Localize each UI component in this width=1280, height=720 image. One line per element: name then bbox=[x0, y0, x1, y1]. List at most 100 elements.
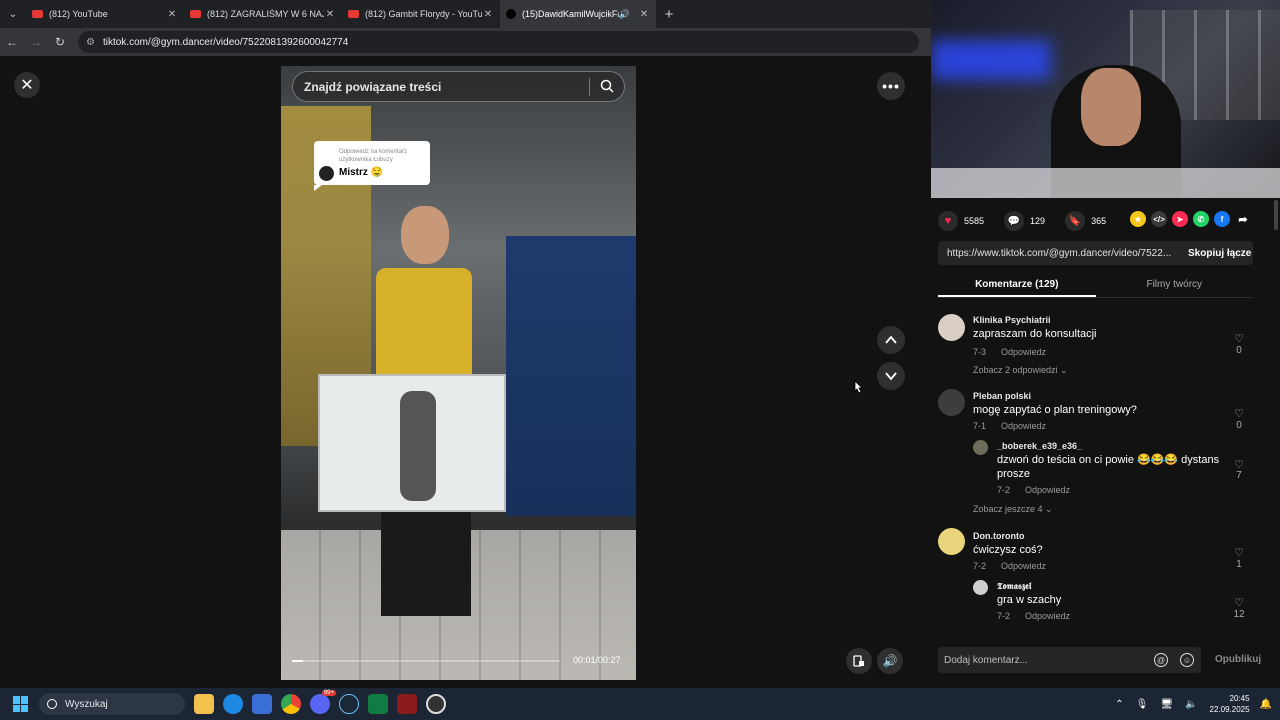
avatar[interactable] bbox=[938, 314, 965, 341]
comment-like-count: 0 bbox=[1236, 345, 1242, 356]
obs-icon[interactable] bbox=[426, 694, 446, 714]
reload-icon[interactable]: ↻ bbox=[48, 35, 72, 49]
more-options-button[interactable]: ••• bbox=[877, 72, 905, 100]
network-icon[interactable]: 🖥 bbox=[1160, 699, 1173, 710]
whatsapp-icon[interactable]: ✆ bbox=[1193, 211, 1209, 227]
comment-like-count: 0 bbox=[1236, 420, 1242, 431]
windows-start-icon[interactable] bbox=[13, 696, 29, 712]
more-icon: ••• bbox=[882, 78, 900, 94]
chrome-icon[interactable] bbox=[281, 694, 301, 714]
heart-outline-icon: ♡ bbox=[1234, 333, 1244, 345]
next-video-button[interactable] bbox=[877, 362, 905, 390]
publish-button[interactable]: Opublikuj bbox=[1215, 654, 1261, 665]
related-search-input[interactable]: Znajdź powiązane treści bbox=[292, 71, 625, 102]
steam-icon[interactable] bbox=[339, 694, 359, 714]
taskbar-search[interactable]: Wyszukaj bbox=[39, 693, 185, 715]
tab-comments[interactable]: Komentarze (129) bbox=[938, 273, 1096, 297]
volume-icon: 🔊 bbox=[882, 654, 898, 668]
reply-button[interactable]: Odpowiedz bbox=[1001, 347, 1046, 357]
close-tab-icon[interactable]: ✕ bbox=[166, 9, 178, 20]
avatar[interactable] bbox=[973, 580, 988, 595]
tab-search-chevron-icon[interactable]: ⌄ bbox=[0, 0, 26, 28]
clock-date: 22.09.2025 bbox=[1209, 705, 1250, 714]
share-repost-icon[interactable]: ★ bbox=[1130, 211, 1146, 227]
reply-button[interactable]: Odpowiedz bbox=[1025, 485, 1070, 495]
close-tab-icon[interactable]: ✕ bbox=[324, 9, 336, 20]
tray-chevron-up-icon[interactable]: ⌃ bbox=[1115, 699, 1123, 710]
close-tab-icon[interactable]: ✕ bbox=[482, 9, 494, 20]
close-video-button[interactable]: ✕ bbox=[14, 72, 40, 98]
new-tab-icon[interactable]: + bbox=[656, 6, 682, 23]
comment-text: dzwoń do teścia on ci powie 😂😂😂 dystans … bbox=[997, 454, 1220, 480]
address-bar[interactable]: ⚙ tiktok.com/@gym.dancer/video/752208139… bbox=[78, 31, 919, 53]
tab-audio-icon[interactable]: 🔊 bbox=[619, 9, 630, 20]
avatar[interactable] bbox=[973, 440, 988, 455]
mouse-cursor-icon bbox=[854, 380, 863, 394]
comment-author[interactable]: Klinika Psychiatrii bbox=[973, 315, 1051, 325]
picture-in-picture-icon bbox=[853, 655, 864, 667]
share-link-url[interactable]: https://www.tiktok.com/@gym.dancer/video… bbox=[947, 248, 1179, 259]
reply-button[interactable]: Odpowiedz bbox=[1001, 421, 1046, 431]
send-icon[interactable]: ➤ bbox=[1172, 211, 1188, 227]
reply-button[interactable]: Odpowiedz bbox=[1001, 561, 1046, 571]
game-app-icon[interactable] bbox=[397, 694, 417, 714]
notification-badge: 99+ bbox=[321, 690, 336, 696]
comment-button[interactable]: 💬 129 bbox=[1004, 211, 1045, 231]
view-more-replies-button[interactable]: Zobacz jeszcze 4 ⌄ bbox=[973, 504, 1053, 515]
emoji-icon[interactable]: ☺ bbox=[1180, 653, 1194, 667]
volume-button[interactable]: 🔊 bbox=[877, 648, 903, 674]
action-bar: ♥ 5585 💬 129 🔖 365 bbox=[938, 211, 1126, 231]
comment-author[interactable]: _boberek_e39_e36_ bbox=[997, 441, 1082, 451]
system-tray: ⌃ 🎙 🖥 🔈 20:45 22.09.2025 🔔 bbox=[1115, 688, 1272, 720]
discord-icon[interactable]: 99+ bbox=[310, 690, 336, 714]
forward-icon[interactable]: → bbox=[24, 35, 48, 49]
back-icon[interactable]: ← bbox=[0, 35, 24, 49]
tab-tiktok[interactable]: (15)DawidKamilWujcikFame 🔊 ✕ bbox=[500, 0, 656, 28]
tab-creator-videos[interactable]: Filmy twórcy bbox=[1096, 273, 1254, 297]
tab-title: (812) Gambit Florydy - YouTube bbox=[365, 9, 482, 19]
comment-author[interactable]: Don.toronto bbox=[973, 531, 1024, 541]
floating-player-button[interactable] bbox=[846, 648, 872, 674]
embed-code-icon[interactable]: </> bbox=[1151, 211, 1167, 227]
mention-icon[interactable]: @ bbox=[1154, 653, 1168, 667]
close-tab-icon[interactable]: ✕ bbox=[638, 9, 650, 20]
comment-author[interactable]: Pleban polski bbox=[973, 391, 1031, 401]
video-player[interactable]: Znajdź powiązane treści Odpowiedz na kom… bbox=[281, 66, 636, 680]
like-button[interactable]: ♥ 5585 bbox=[938, 211, 984, 231]
scrollbar[interactable] bbox=[1274, 200, 1278, 230]
share-arrow-icon[interactable]: ➦ bbox=[1235, 211, 1251, 227]
microphone-icon[interactable]: 🎙 bbox=[1136, 699, 1149, 710]
tab-youtube-2[interactable]: (812) ZAGRALIŚMY W 6 NAJGO ✕ bbox=[184, 0, 342, 28]
previous-video-button[interactable] bbox=[877, 326, 905, 354]
speaker-icon[interactable]: 🔈 bbox=[1185, 699, 1197, 710]
tab-youtube-3[interactable]: (812) Gambit Florydy - YouTube ✕ bbox=[342, 0, 500, 28]
avatar[interactable] bbox=[938, 528, 965, 555]
comment-author[interactable]: 𝕿𝖔𝖒𝖆𝖘𝖟𝖊𝖑 bbox=[997, 581, 1031, 592]
comment-tabs: Komentarze (129) Filmy twórcy bbox=[938, 273, 1253, 298]
reply-button[interactable]: Odpowiedz bbox=[1025, 611, 1070, 621]
store-icon[interactable] bbox=[252, 694, 272, 714]
notifications-icon[interactable]: 🔔 bbox=[1260, 699, 1272, 710]
youtube-icon bbox=[190, 10, 201, 18]
comment-icon: 💬 bbox=[1004, 211, 1025, 231]
comment-count: 129 bbox=[1030, 216, 1046, 226]
video-timecode: 00:01/00:27 bbox=[573, 655, 621, 665]
add-comment-input[interactable]: Dodaj komentarz... @ ☺ bbox=[938, 647, 1201, 673]
copy-link-button[interactable]: Skopiuj łącze bbox=[1188, 248, 1251, 259]
file-explorer-icon[interactable] bbox=[194, 694, 214, 714]
edge-icon[interactable] bbox=[223, 694, 243, 714]
avatar[interactable] bbox=[938, 389, 965, 416]
clock[interactable]: 20:45 22.09.2025 bbox=[1210, 693, 1250, 715]
youtube-icon bbox=[348, 10, 359, 18]
view-replies-button[interactable]: Zobacz 2 odpowiedzi ⌄ bbox=[973, 365, 1068, 376]
video-progress-bar[interactable] bbox=[292, 660, 560, 662]
heart-outline-icon: ♡ bbox=[1234, 408, 1244, 420]
like-count: 5585 bbox=[964, 216, 985, 226]
search-icon[interactable] bbox=[600, 79, 614, 93]
xbox-icon[interactable] bbox=[368, 694, 388, 714]
facebook-icon[interactable]: f bbox=[1214, 211, 1230, 227]
tab-youtube-1[interactable]: (812) YouTube ✕ bbox=[26, 0, 184, 28]
site-settings-icon[interactable]: ⚙ bbox=[86, 37, 95, 48]
heart-icon: ♥ bbox=[938, 211, 958, 231]
save-button[interactable]: 🔖 365 bbox=[1065, 211, 1106, 231]
